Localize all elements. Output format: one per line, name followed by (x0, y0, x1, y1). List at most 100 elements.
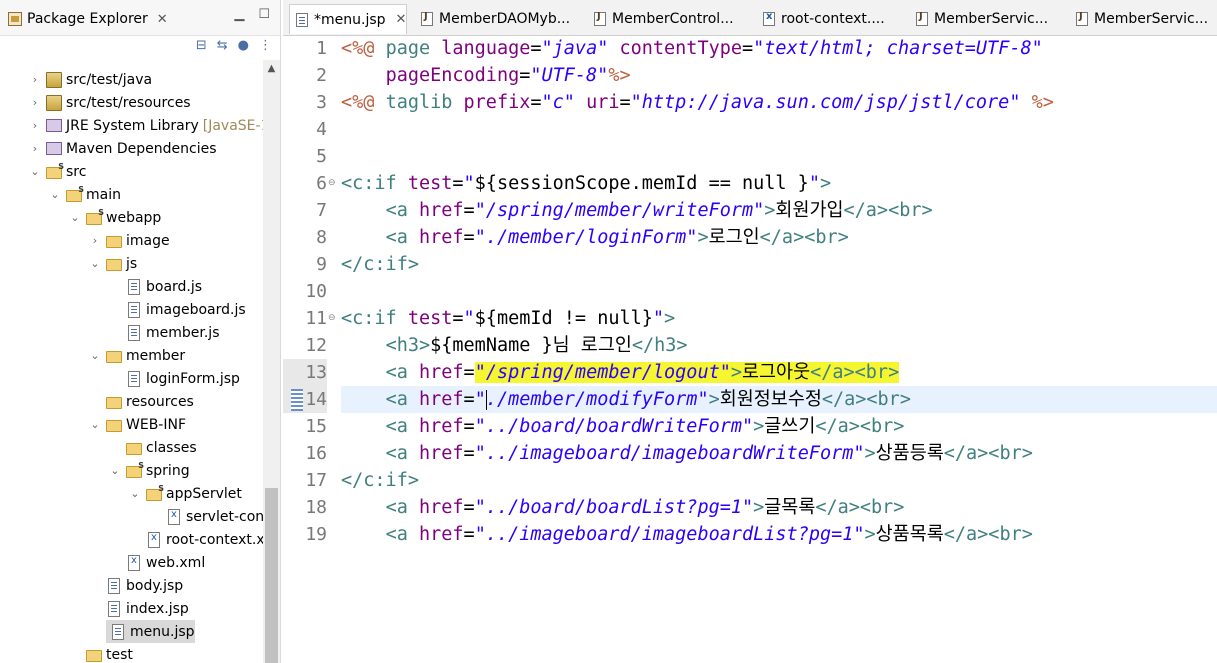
editor-tab[interactable]: *menu.jsp ✕ (289, 4, 407, 34)
fold-toggle-icon[interactable]: ⊖ (328, 305, 338, 332)
code-line[interactable] (341, 143, 1217, 170)
tree-item[interactable]: body.jsp (0, 574, 183, 597)
code-line[interactable]: pageEncoding="UTF-8"%> (341, 62, 1217, 89)
code-token: = (452, 308, 464, 329)
code-line[interactable]: </c:if> (341, 467, 1217, 494)
chevron-down-icon[interactable]: ⌄ (88, 257, 102, 270)
tree-item[interactable]: web.xml (0, 551, 205, 574)
tree-item[interactable]: classes (0, 436, 197, 459)
chevron-down-icon[interactable]: ⌄ (68, 211, 82, 224)
tree-item[interactable]: › image (0, 229, 170, 252)
code-line[interactable]: <a href="../board/boardWriteForm">글쓰기</a… (341, 413, 1217, 440)
chevron-down-icon[interactable]: ⌄ (88, 349, 102, 362)
chevron-right-icon[interactable]: › (28, 119, 42, 132)
minimize-icon[interactable]: ▁ (234, 7, 244, 22)
maximize-icon[interactable]: ☐ (258, 7, 270, 22)
line-number: 4 (316, 119, 327, 140)
tree-item[interactable]: ⌄ WEB-INF (0, 413, 186, 436)
link-with-editor-icon[interactable]: ⇆ (217, 38, 228, 53)
fold-toggle-icon[interactable]: ⊖ (328, 170, 338, 197)
code-token: 글목록 (764, 497, 816, 518)
code-line[interactable] (341, 116, 1217, 143)
tree-item[interactable]: ⌄ src (0, 160, 86, 183)
tree-item[interactable]: ⌄ webapp (0, 206, 161, 229)
chevron-down-icon[interactable]: ⌄ (88, 418, 102, 431)
tree-item[interactable]: test (0, 643, 133, 663)
tree-item[interactable]: resources (0, 390, 194, 413)
scrollbar-thumb[interactable] (265, 488, 278, 663)
code-line[interactable]: </c:if> (341, 251, 1217, 278)
code-line[interactable]: <%@ taglib prefix="c" uri="http://java.s… (341, 89, 1217, 116)
focus-icon[interactable]: ● (238, 38, 249, 53)
tree-item[interactable]: › src/test/java (0, 68, 152, 91)
code-line[interactable]: <h3>${memName }님 로그인</h3> (341, 332, 1217, 359)
chevron-right-icon[interactable]: › (28, 142, 42, 155)
code-line[interactable]: <a href="../imageboard/imageboardList?pg… (341, 521, 1217, 548)
editor-tab[interactable]: MemberControl... (588, 4, 748, 34)
tree-item[interactable]: ⌄ appServlet (0, 482, 242, 505)
code-line[interactable]: <c:if test="${sessionScope.memId == null… (341, 170, 1217, 197)
chevron-down-icon[interactable]: ⌄ (128, 487, 142, 500)
file-icon (108, 577, 120, 594)
tree-item[interactable]: › JRE System Library [JavaSE-1 (0, 114, 270, 137)
scroll-up-icon[interactable]: ▲ (263, 60, 280, 77)
chevron-right-icon[interactable]: › (28, 73, 42, 86)
code-line[interactable] (341, 278, 1217, 305)
tree-item[interactable]: board.js (0, 275, 202, 298)
tree-item[interactable]: › src/test/resources (0, 91, 191, 114)
tree-item[interactable]: loginForm.jsp (0, 367, 240, 390)
code-line[interactable]: <%@ page language="java" contentType="te… (341, 35, 1217, 62)
package-explorer-tab[interactable]: Package Explorer ✕ (0, 5, 176, 33)
folder-icon (106, 350, 122, 363)
code-token: " (808, 173, 820, 194)
code-line[interactable]: <a href="/spring/member/writeForm">회원가입<… (341, 197, 1217, 224)
tree-item[interactable]: ⌄ js (0, 252, 137, 275)
code-line[interactable]: <a href="../board/boardList?pg=1">글목록</a… (341, 494, 1217, 521)
tree-item-label: image (126, 232, 170, 249)
chevron-down-icon[interactable]: ⌄ (108, 464, 122, 477)
chevron-right-icon[interactable]: › (88, 234, 102, 247)
close-icon[interactable]: ✕ (157, 12, 168, 27)
package-explorer-icon (8, 12, 22, 26)
code-token: "UTF-8" (530, 65, 609, 86)
chevron-down-icon[interactable]: ⌄ (28, 165, 42, 178)
view-menu-icon[interactable]: ⋮ (259, 38, 272, 53)
tree-item[interactable]: index.jsp (0, 597, 189, 620)
tree-item[interactable]: ⌄ spring (0, 459, 189, 482)
code-line[interactable]: <a href="./member/loginForm">로그인</a><br> (341, 224, 1217, 251)
tree-item[interactable]: servlet-con (0, 505, 264, 528)
package-folder-icon (46, 71, 62, 88)
tree-item[interactable]: menu.jsp (106, 620, 195, 643)
tree-item[interactable]: root-context.x (0, 528, 265, 551)
chevron-right-icon[interactable]: › (28, 96, 42, 109)
tree-item[interactable]: › Maven Dependencies (0, 137, 217, 160)
code-token: href (418, 524, 464, 545)
explorer-scrollbar[interactable]: ▲ (263, 60, 280, 663)
tree-item[interactable]: imageboard.js (0, 298, 246, 321)
editor-tab[interactable]: root-context.... (757, 4, 901, 34)
folder-icon (86, 649, 102, 662)
code-area[interactable]: 1 2 3 4 5 6 ⊖ 7 8 9 10 11 ⊖ 12 13 14 15 16 17 18 19 <%@ page… (283, 36, 1217, 663)
code-token: </a><br> (759, 227, 849, 248)
chevron-down-icon[interactable]: ⌄ (48, 188, 62, 201)
editor-tab[interactable]: MemberServic... (1070, 4, 1212, 34)
code-line[interactable]: <c:if test="${memId != null}"> (341, 305, 1217, 332)
code-token: > (697, 227, 709, 248)
source-folder-icon (86, 208, 104, 225)
close-icon[interactable]: ✕ (396, 12, 406, 27)
file-icon (128, 301, 140, 318)
tree-item[interactable]: ⌄ member (0, 344, 185, 367)
tree-item[interactable]: member.js (0, 321, 220, 344)
code-line[interactable]: <a href="./member/modifyForm">회원정보수정</a>… (341, 386, 1217, 413)
editor-tab[interactable]: MemberDAOMyb... (415, 4, 579, 34)
code-line[interactable]: <a href="/spring/member/logout">로그아웃</a>… (341, 359, 1217, 386)
code-line[interactable]: <a href="../imageboard/imageboardWriteFo… (341, 440, 1217, 467)
code-token: <a (385, 227, 419, 248)
code-token: <h3> (385, 335, 431, 356)
folder-icon (106, 396, 122, 409)
editor-tab[interactable]: MemberServic... (910, 4, 1060, 34)
tree-item[interactable]: ⌄ main (0, 183, 121, 206)
collapse-all-icon[interactable]: ⊟ (196, 38, 207, 53)
